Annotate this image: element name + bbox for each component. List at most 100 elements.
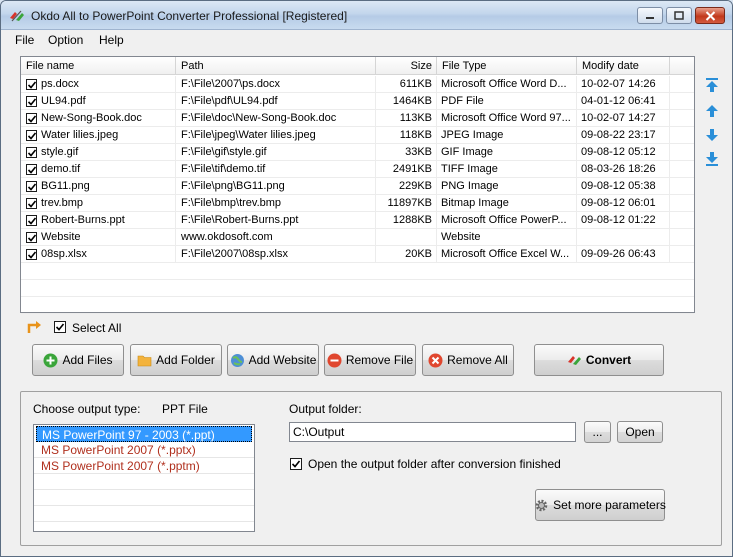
cell-size: 2491KB (376, 161, 437, 178)
menu-file[interactable]: File (15, 33, 34, 47)
column-header-file-type[interactable]: File Type (437, 57, 577, 75)
cell-name: BG11.png (41, 178, 176, 195)
table-row[interactable]: Website www.okdosoft.com Website (21, 229, 694, 246)
output-type-pptx[interactable]: MS PowerPoint 2007 (*.pptx) (34, 442, 254, 458)
column-header-path[interactable]: Path (176, 57, 376, 75)
check-icon (27, 98, 37, 106)
open-folder-button[interactable]: Open (617, 421, 663, 443)
open-after-checkbox[interactable] (290, 458, 302, 470)
row-checkbox[interactable] (26, 215, 37, 226)
cell-type: Microsoft Office PowerP... (441, 212, 577, 229)
browse-folder-button[interactable]: ... (584, 421, 611, 443)
cell-size: 20KB (376, 246, 437, 263)
move-down-icon[interactable] (704, 127, 720, 143)
row-checkbox[interactable] (26, 79, 37, 90)
cell-name: 08sp.xlsx (41, 246, 176, 263)
output-type-pptm[interactable]: MS PowerPoint 2007 (*.pptm) (34, 458, 254, 474)
cell-size: 113KB (376, 110, 437, 127)
column-header-size[interactable]: Size (376, 57, 437, 75)
row-checkbox[interactable] (26, 96, 37, 107)
column-header-filler (670, 57, 694, 75)
cell-size: 33KB (376, 144, 437, 161)
cell-date: 09-09-26 06:43 (581, 246, 670, 263)
remove-file-button[interactable]: Remove File (324, 344, 416, 376)
convert-button[interactable]: Convert (534, 344, 664, 376)
row-checkbox[interactable] (26, 113, 37, 124)
column-header-modify-date[interactable]: Modify date (577, 57, 670, 75)
row-checkbox[interactable] (26, 130, 37, 141)
row-checkbox[interactable] (26, 198, 37, 209)
check-icon (27, 149, 37, 157)
output-folder-input[interactable]: C:\Output (289, 422, 576, 442)
row-checkbox[interactable] (26, 181, 37, 192)
table-header: File name Path Size File Type Modify dat… (21, 57, 694, 75)
cell-size: 1288KB (376, 212, 437, 229)
cell-path: F:\File\gif\style.gif (181, 144, 376, 161)
cell-size: 229KB (376, 178, 437, 195)
row-checkbox[interactable] (26, 164, 37, 175)
cell-date: 10-02-07 14:27 (581, 110, 670, 127)
open-after-label: Open the output folder after conversion … (308, 457, 561, 471)
folder-icon (137, 355, 152, 366)
table-row[interactable]: Robert-Burns.ppt F:\File\Robert-Burns.ppt… (21, 212, 694, 229)
cell-name: style.gif (41, 144, 176, 161)
output-folder-label: Output folder: (289, 402, 362, 416)
table-empty-row (21, 297, 694, 314)
minimize-icon (646, 16, 654, 19)
add-folder-label: Add Folder (156, 353, 215, 367)
table-row[interactable]: UL94.pdf F:\File\pdf\UL94.pdf 1464KB PDF Fi… (21, 93, 694, 110)
move-top-icon[interactable] (704, 77, 720, 93)
cell-type: Microsoft Office Excel W... (441, 246, 577, 263)
remove-all-button[interactable]: Remove All (422, 344, 514, 376)
table-row[interactable]: BG11.png F:\File\png\BG11.png 229KB PNG Ima… (21, 178, 694, 195)
row-checkbox[interactable] (26, 232, 37, 243)
row-checkbox[interactable] (26, 249, 37, 260)
title-bar[interactable]: Okdo All to PowerPoint Converter Profess… (1, 1, 732, 30)
table-row[interactable]: 08sp.xlsx F:\File\2007\08sp.xlsx 20KB Micro… (21, 246, 694, 263)
cell-type: Microsoft Office Word 97... (441, 110, 577, 127)
select-all-row: Select All (25, 319, 225, 337)
cell-size: 118KB (376, 127, 437, 144)
add-folder-button[interactable]: Add Folder (130, 344, 222, 376)
up-level-icon[interactable] (27, 320, 43, 334)
menu-help[interactable]: Help (99, 33, 124, 47)
cell-date: 10-02-07 14:26 (581, 76, 670, 93)
menu-option[interactable]: Option (48, 33, 83, 47)
cell-date: 09-08-12 05:12 (581, 144, 670, 161)
cell-type: Microsoft Office Word D... (441, 76, 577, 93)
table-row[interactable]: style.gif F:\File\gif\style.gif 33KB GIF Im… (21, 144, 694, 161)
cell-path: F:\File\tif\demo.tif (181, 161, 376, 178)
table-row[interactable]: ps.docx F:\File\2007\ps.docx 611KB Microsof… (21, 76, 694, 93)
cell-name: Robert-Burns.ppt (41, 212, 176, 229)
move-bottom-icon[interactable] (704, 151, 720, 167)
select-all-checkbox[interactable] (54, 321, 66, 333)
close-button[interactable] (695, 7, 725, 24)
maximize-button[interactable] (666, 7, 692, 24)
output-type-ppt[interactable]: MS PowerPoint 97 - 2003 (*.ppt) (36, 426, 252, 442)
add-website-label: Add Website (248, 353, 317, 367)
set-more-parameters-button[interactable]: Set more parameters (535, 489, 666, 521)
maximize-icon (674, 11, 684, 20)
globe-icon (230, 353, 244, 367)
app-logo-icon (10, 10, 24, 22)
add-website-button[interactable]: Add Website (227, 344, 319, 376)
cell-name: Website (41, 229, 176, 246)
column-header-file-name[interactable]: File name (21, 57, 176, 75)
row-checkbox[interactable] (26, 147, 37, 158)
add-files-button[interactable]: Add Files (32, 344, 124, 376)
file-list-table[interactable]: File name Path Size File Type Modify dat… (20, 56, 695, 314)
add-icon (43, 353, 58, 367)
cell-date (581, 229, 670, 246)
cell-date: 04-01-12 06:41 (581, 93, 670, 110)
cell-path: F:\File\doc\New-Song-Book.doc (181, 110, 376, 127)
table-row[interactable]: trev.bmp F:\File\bmp\trev.bmp 11897KB Bitma… (21, 195, 694, 212)
table-row[interactable]: Water lilies.jpeg F:\File\jpeg\Water lili… (21, 127, 694, 144)
table-row[interactable]: New-Song-Book.doc F:\File\doc\New-Song-Bo… (21, 110, 694, 127)
move-up-icon[interactable] (704, 103, 720, 119)
add-files-label: Add Files (62, 353, 113, 367)
minimize-button[interactable] (637, 7, 663, 24)
table-row[interactable]: demo.tif F:\File\tif\demo.tif 2491KB TIFF I… (21, 161, 694, 178)
app-window: Okdo All to PowerPoint Converter Profess… (0, 0, 733, 557)
list-empty-row (34, 506, 254, 522)
output-type-list[interactable]: MS PowerPoint 97 - 2003 (*.ppt) MS Power… (33, 424, 255, 532)
